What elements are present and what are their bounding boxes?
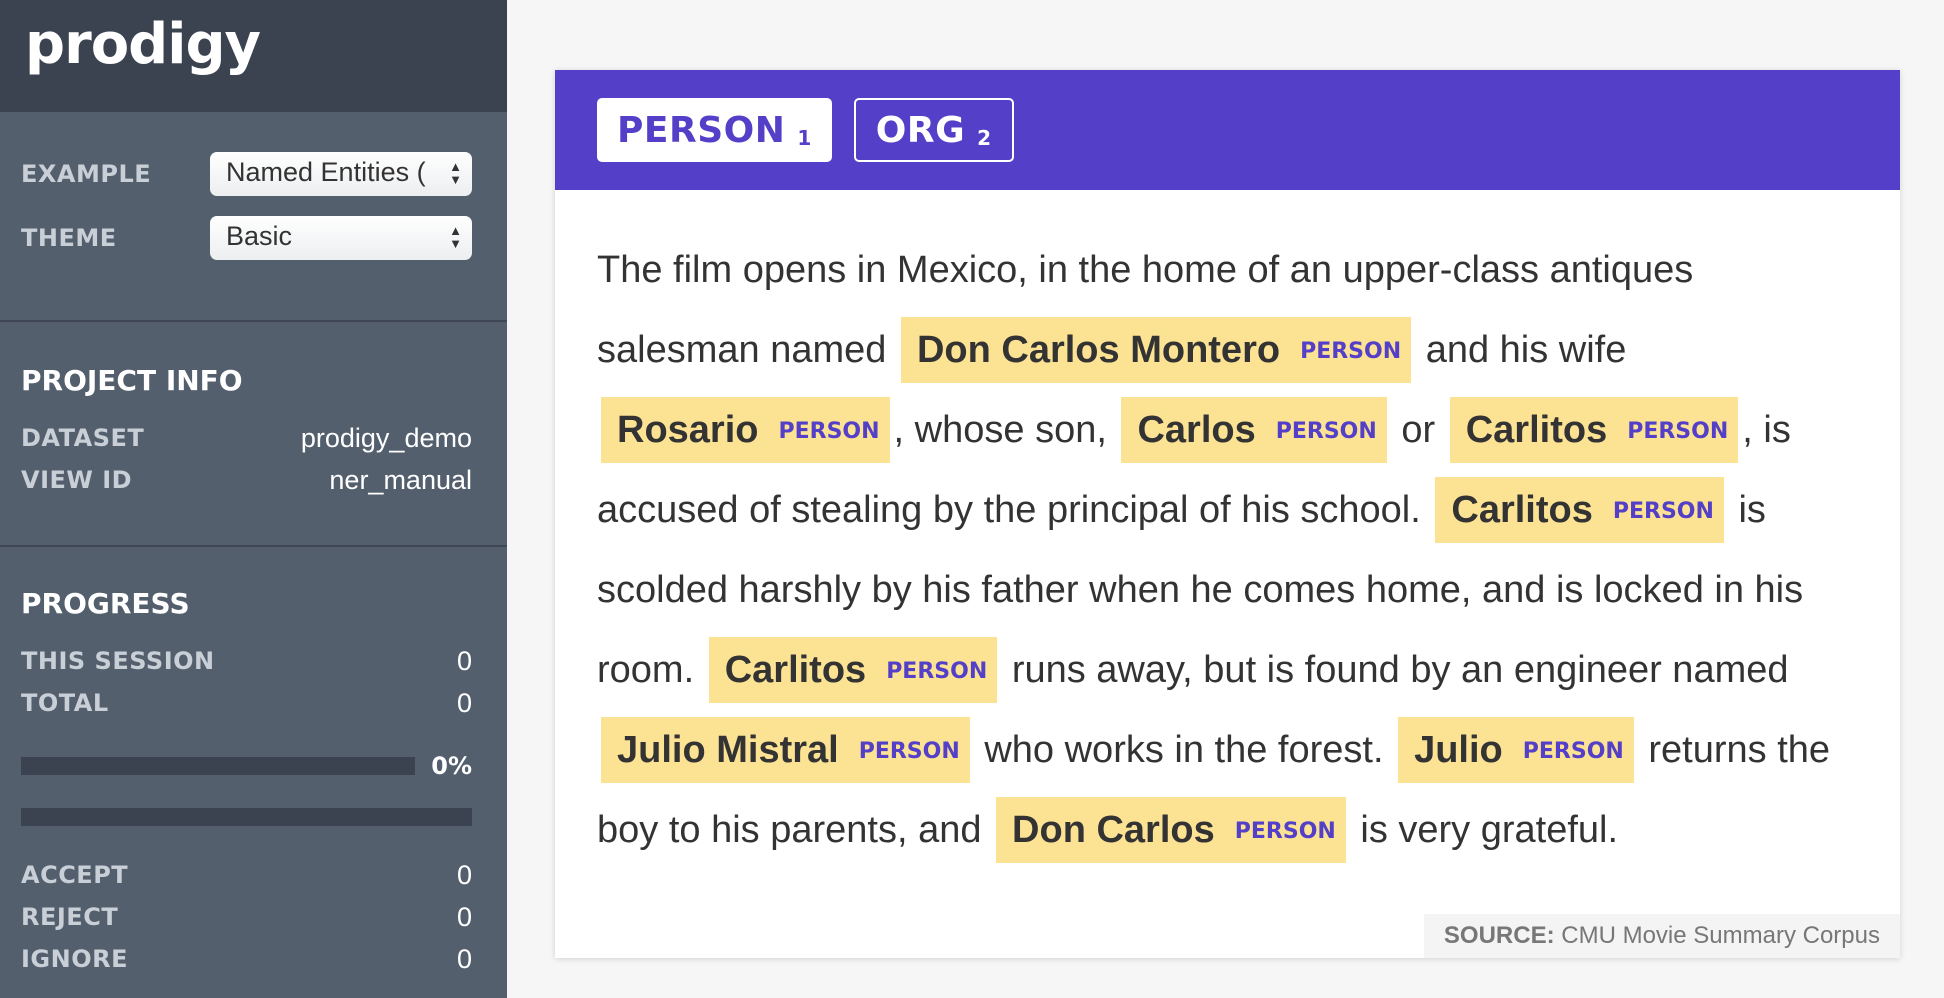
total-label: TOTAL: [21, 689, 109, 717]
view-id-row: VIEW ID ner_manual: [21, 459, 472, 501]
annotation-text[interactable]: The film opens in Mexico, in the home of…: [555, 190, 1900, 870]
label-org-key: 2: [977, 126, 992, 150]
project-info-section: PROJECT INFO DATASET prodigy_demo VIEW I…: [0, 322, 507, 547]
entity-tag: PERSON: [778, 418, 880, 444]
ignore-value: 0: [456, 943, 472, 974]
text-segment[interactable]: runs away, but is found by an engineer n…: [1012, 649, 1789, 691]
options-section: EXAMPLE Named Entities ( ▲ ▼ THEME Basic …: [0, 112, 507, 322]
entity-tag: PERSON: [1234, 818, 1336, 844]
example-label: EXAMPLE: [21, 160, 152, 188]
app-logo: prodigy: [25, 12, 261, 77]
progress-title: PROGRESS: [21, 587, 190, 620]
select-arrows-icon: ▲ ▼: [449, 159, 462, 187]
sidebar: prodigy EXAMPLE Named Entities ( ▲ ▼ THEM…: [0, 0, 507, 998]
progress-bar: [21, 757, 415, 775]
session-label: THIS SESSION: [21, 647, 215, 675]
entity-tag: PERSON: [1627, 418, 1729, 444]
entity-span[interactable]: Carlitos PERSON: [1449, 397, 1739, 463]
accept-value: 0: [456, 859, 472, 890]
entity-span[interactable]: Carlitos PERSON: [708, 637, 998, 703]
theme-label: THEME: [21, 224, 117, 252]
progress-bar-row: 0%: [21, 746, 472, 786]
entity-span[interactable]: Rosario PERSON: [601, 397, 890, 463]
label-org-button[interactable]: ORG 2: [853, 98, 1014, 162]
theme-select[interactable]: Basic ▲ ▼: [210, 216, 472, 260]
entity-text: Carlos: [1137, 409, 1256, 451]
entity-text: Julio: [1414, 729, 1503, 771]
reject-label: REJECT: [21, 903, 119, 931]
entity-tag: PERSON: [1612, 498, 1714, 524]
accept-row: ACCEPT 0: [21, 854, 472, 896]
dataset-row: DATASET prodigy_demo: [21, 417, 472, 459]
source-note: SOURCE: CMU Movie Summary Corpus: [1423, 914, 1900, 958]
total-value: 0: [456, 687, 472, 718]
entity-text: Carlitos: [724, 649, 867, 691]
dataset-label: DATASET: [21, 424, 145, 452]
reject-value: 0: [456, 901, 472, 932]
entity-text: Carlitos: [1451, 489, 1593, 531]
dataset-value: prodigy_demo: [300, 422, 472, 453]
ignore-row: IGNORE 0: [21, 938, 472, 980]
theme-row: THEME Basic ▲ ▼: [21, 216, 472, 260]
label-org-name: ORG: [875, 109, 966, 151]
select-arrows-icon: ▲ ▼: [449, 223, 462, 251]
entity-span[interactable]: Julio Mistral PERSON: [601, 717, 970, 783]
source-label: SOURCE:: [1443, 922, 1555, 949]
text-segment[interactable]: is very grateful.: [1360, 809, 1618, 851]
entity-span[interactable]: Don Carlos Montero PERSON: [900, 317, 1412, 383]
label-person-key: 1: [797, 126, 812, 150]
progress-percent: 0%: [431, 752, 472, 780]
session-row: THIS SESSION 0: [21, 640, 472, 682]
text-segment[interactable]: or: [1401, 409, 1435, 451]
total-row: TOTAL 0: [21, 682, 472, 724]
sidebar-header: prodigy: [0, 0, 507, 112]
entity-tag: PERSON: [1300, 338, 1402, 364]
example-select[interactable]: Named Entities ( ▲ ▼: [210, 152, 472, 196]
entity-tag: PERSON: [858, 738, 960, 764]
example-select-value: Named Entities (: [226, 157, 426, 187]
session-value: 0: [456, 645, 472, 676]
entity-tag: PERSON: [1522, 738, 1624, 764]
view-id-label: VIEW ID: [21, 466, 133, 494]
reject-row: REJECT 0: [21, 896, 472, 938]
entity-span[interactable]: Don Carlos PERSON: [996, 797, 1346, 863]
entity-text: Don Carlos Montero: [916, 329, 1281, 371]
source-value: CMU Movie Summary Corpus: [1561, 922, 1880, 949]
project-info-title: PROJECT INFO: [21, 364, 243, 397]
label-bar: PERSON 1 ORG 2: [555, 70, 1900, 190]
entity-text: Carlitos: [1465, 409, 1608, 451]
entity-span[interactable]: Julio PERSON: [1398, 717, 1634, 783]
progress-divider-bar: [21, 808, 472, 826]
label-person-name: PERSON: [617, 109, 786, 151]
annotation-card: PERSON 1 ORG 2 The film opens in Mexico,…: [555, 70, 1900, 958]
text-segment[interactable]: , whose son,: [894, 409, 1107, 451]
text-segment[interactable]: who works in the forest.: [984, 729, 1383, 771]
ignore-label: IGNORE: [21, 945, 128, 973]
entity-text: Don Carlos: [1012, 809, 1215, 851]
progress-section: PROGRESS THIS SESSION 0 TOTAL 0 0% ACCEP…: [0, 547, 507, 980]
accept-label: ACCEPT: [21, 861, 129, 889]
entity-text: Rosario: [617, 409, 759, 451]
text-segment[interactable]: and his wife: [1426, 329, 1627, 371]
theme-select-value: Basic: [226, 221, 293, 251]
entity-text: Julio Mistral: [617, 729, 839, 771]
entity-tag: PERSON: [1275, 418, 1377, 444]
entity-span[interactable]: Carlitos PERSON: [1435, 477, 1724, 543]
view-id-value: ner_manual: [329, 464, 472, 495]
example-row: EXAMPLE Named Entities ( ▲ ▼: [21, 152, 472, 196]
entity-tag: PERSON: [886, 658, 988, 684]
label-person-button[interactable]: PERSON 1: [597, 98, 832, 162]
entity-span[interactable]: Carlos PERSON: [1121, 397, 1387, 463]
